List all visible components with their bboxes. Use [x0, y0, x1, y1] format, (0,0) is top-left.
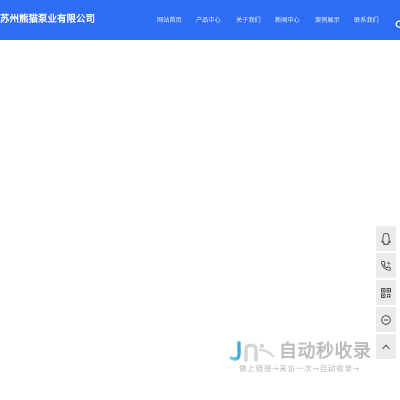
nav-item-home[interactable]: 网站首页 — [157, 15, 182, 26]
nav-item-news[interactable]: 新闻中心 — [275, 15, 300, 26]
nav-item-cases[interactable]: 案例展示 — [315, 15, 340, 26]
qrcode-icon — [380, 287, 392, 299]
watermark-title: 自动秒收录 — [279, 341, 372, 362]
auto-index-watermark: 自动秒收录 做上链接→来访一次→自动收录→ — [229, 338, 384, 378]
site-logo-title[interactable]: 苏州熊猫泵业有限公司 — [0, 13, 95, 27]
message-button[interactable] — [376, 307, 396, 332]
phone-button[interactable] — [376, 253, 396, 278]
search-icon[interactable] — [395, 15, 400, 28]
watermark-logo-icon — [229, 340, 281, 364]
qq-icon — [380, 232, 392, 246]
phone-icon — [380, 260, 392, 272]
message-icon — [380, 314, 392, 326]
watermark-subtitle: 做上链接→来访一次→自动收录→ — [239, 364, 360, 373]
qq-button[interactable] — [376, 226, 396, 251]
nav-item-products[interactable]: 产品中心 — [196, 15, 221, 26]
nav-item-about[interactable]: 关于我们 — [236, 15, 261, 26]
nav-item-contact[interactable]: 联系我们 — [354, 15, 379, 26]
top-navigation-bar: 苏州熊猫泵业有限公司 网站首页 产品中心 关于我们 新闻中心 案例展示 联系我们 — [0, 0, 400, 40]
qrcode-button[interactable] — [376, 280, 396, 305]
